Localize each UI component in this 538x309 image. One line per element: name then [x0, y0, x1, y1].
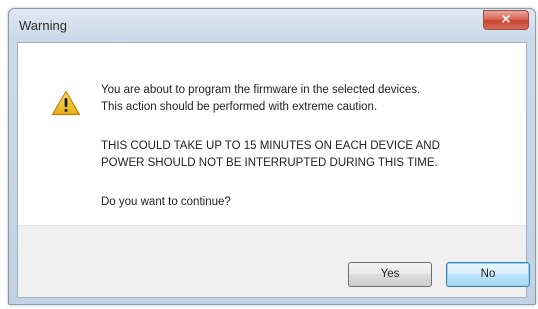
question-text: Do you want to continue?: [101, 196, 231, 208]
message-line-4: POWER SHOULD NOT BE INTERRUPTED DURING T…: [101, 157, 438, 169]
message-area: You are about to program the firmware in…: [18, 43, 526, 225]
message-line-3: THIS COULD TAKE UP TO 15 MINUTES ON EACH…: [101, 140, 440, 152]
warning-triangle-icon: [51, 90, 81, 116]
window-title: Warning: [19, 18, 67, 33]
message-line-1: You are about to program the firmware in…: [101, 84, 421, 96]
button-bar: Yes No: [18, 225, 530, 297]
title-bar[interactable]: Warning ×: [9, 9, 535, 43]
dialog-client-area: You are about to program the firmware in…: [17, 42, 530, 298]
close-button[interactable]: ×: [483, 10, 529, 30]
yes-button[interactable]: Yes: [348, 262, 432, 287]
no-button[interactable]: No: [446, 262, 530, 287]
warning-dialog-window: Warning × You are about to program the f…: [8, 8, 536, 305]
message-line-2: This action should be performed with ext…: [101, 101, 378, 113]
close-icon: ×: [500, 12, 512, 27]
